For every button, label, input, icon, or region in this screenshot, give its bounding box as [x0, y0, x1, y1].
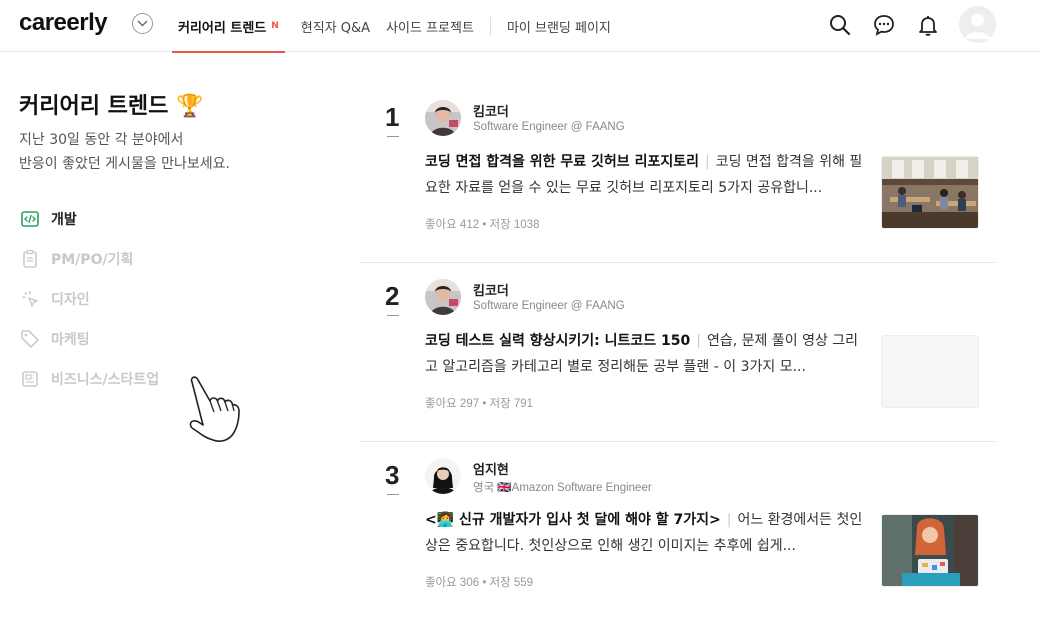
code-icon — [19, 208, 41, 230]
chat-icon[interactable] — [872, 13, 896, 37]
category-label: 마케팅 — [51, 332, 90, 348]
author-headline: 영국 🇬🇧Amazon Software Engineer — [473, 482, 652, 494]
category-dev[interactable]: 개발 — [19, 207, 77, 231]
tag-icon — [19, 328, 41, 350]
new-badge: N — [271, 21, 279, 31]
author-avatar[interactable] — [425, 458, 461, 494]
post-stats: 좋아요 306 • 저장 559 — [425, 577, 534, 589]
nav-tab-qna[interactable]: 현직자 Q&A — [301, 0, 370, 52]
cursor-click-icon — [19, 288, 41, 310]
post-thumbnail[interactable] — [881, 514, 979, 587]
post-title: 코딩 면접 합격을 위한 무료 깃허브 리포지토리 — [425, 154, 699, 170]
post-thumbnail[interactable] — [881, 156, 979, 229]
category-label: PM/PO/기획 — [51, 252, 134, 268]
nav-tab-trend[interactable]: 커리어리 트렌드 N — [172, 0, 285, 53]
nav-divider — [489, 17, 491, 35]
trend-post-2[interactable]: 2 킴코더 Software Engineer @ FAANG 코딩 테스트 실… — [361, 263, 996, 442]
page-title: 커리어리 트렌드 🏆 — [19, 94, 204, 119]
category-business[interactable]: 비즈니스/스타트업 — [19, 367, 159, 391]
title-separator: | — [704, 154, 710, 170]
trend-post-3[interactable]: 3 엄지현 영국 🇬🇧Amazon Software Engineer <👩‍💻… — [361, 442, 996, 621]
category-marketing[interactable]: 마케팅 — [19, 327, 90, 351]
post-content[interactable]: 코딩 면접 합격을 위한 무료 깃허브 리포지토리 | 코딩 면접 합격을 위해 필… — [425, 149, 870, 201]
newspaper-icon — [19, 368, 41, 390]
trend-post-1[interactable]: 1 킴코더 Software Engineer @ FAANG 코딩 면접 합격… — [361, 84, 996, 263]
post-stats: 좋아요 297 • 저장 791 — [425, 398, 534, 410]
clipboard-icon — [19, 248, 41, 270]
search-icon[interactable] — [828, 13, 852, 37]
top-navbar: careerly 커리어리 트렌드 N 현직자 Q&A 사이드 프로젝트 마이 … — [0, 0, 1040, 53]
rank-divider — [387, 315, 399, 316]
nav-tab-side-project[interactable]: 사이드 프로젝트 — [386, 0, 474, 52]
description-line: 지난 30일 동안 각 분야에서 — [19, 132, 184, 148]
profile-avatar[interactable] — [959, 6, 996, 43]
rank-number: 1 — [385, 102, 400, 132]
rank-number: 2 — [385, 281, 400, 311]
author-name[interactable]: 킴코더 — [473, 280, 509, 299]
author-avatar[interactable] — [425, 279, 461, 315]
main-nav: 커리어리 트렌드 N 현직자 Q&A 사이드 프로젝트 마이 브랜딩 페이지 — [172, 0, 627, 53]
nav-tab-label: 커리어리 트렌드 — [178, 20, 267, 36]
post-thumbnail-placeholder[interactable] — [881, 335, 979, 408]
hand-pointer-cursor-icon — [184, 374, 254, 448]
post-content[interactable]: <👩‍💻 신규 개발자가 입사 첫 달에 해야 할 7가지> | 어느 환경에서든 … — [425, 507, 870, 559]
post-content[interactable]: 코딩 테스트 실력 향상시키기: 니트코드 150 | 연습, 문제 풀이 영상 그… — [425, 328, 870, 380]
rank-number: 3 — [385, 460, 400, 490]
careerly-logo[interactable]: careerly — [19, 9, 108, 37]
category-label: 비즈니스/스타트업 — [51, 372, 160, 388]
post-title: 코딩 테스트 실력 향상시키기: 니트코드 150 — [425, 333, 691, 349]
category-pm[interactable]: PM/PO/기획 — [19, 247, 133, 271]
post-title: <👩‍💻 신규 개발자가 입사 첫 달에 해야 할 7가지> — [425, 512, 721, 528]
category-design[interactable]: 디자인 — [19, 287, 90, 311]
author-avatar[interactable] — [425, 100, 461, 136]
category-label: 개발 — [51, 212, 77, 228]
post-stats: 좋아요 412 • 저장 1038 — [425, 219, 540, 231]
nav-tab-my-branding[interactable]: 마이 브랜딩 페이지 — [507, 0, 611, 52]
author-headline: Software Engineer @ FAANG — [473, 300, 625, 312]
bell-icon[interactable] — [916, 13, 940, 37]
rank-divider — [387, 136, 399, 137]
author-name[interactable]: 엄지현 — [473, 459, 509, 478]
category-label: 디자인 — [51, 292, 90, 308]
title-separator: | — [726, 512, 732, 528]
author-headline: Software Engineer @ FAANG — [473, 121, 625, 133]
page-description: 지난 30일 동안 각 분야에서 반응이 좋았던 게시물을 만나보세요. — [19, 128, 230, 176]
rank-divider — [387, 494, 399, 495]
description-line: 반응이 좋았던 게시물을 만나보세요. — [19, 156, 230, 172]
chevron-down-icon[interactable] — [132, 13, 153, 34]
author-name[interactable]: 킴코더 — [473, 101, 509, 120]
title-separator: | — [696, 333, 701, 349]
